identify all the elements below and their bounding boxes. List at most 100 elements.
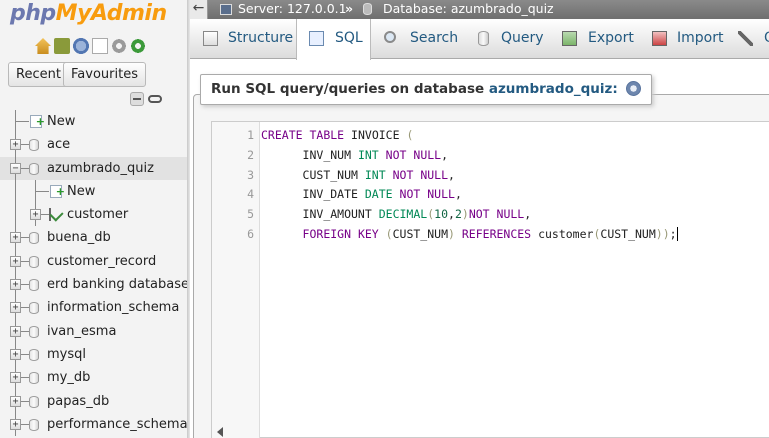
new-item-icon: [30, 110, 45, 133]
import-icon: [652, 31, 667, 46]
line-number: 5: [247, 207, 254, 222]
tree-item-label: performance_schema: [47, 416, 187, 432]
tree-item-label: ace: [47, 137, 71, 153]
collapse-icon[interactable]: −: [10, 162, 21, 174]
tree-item-database[interactable]: + ace: [0, 133, 187, 157]
tab-operations[interactable]: O: [731, 19, 769, 59]
tree-item-database[interactable]: + erd banking database: [0, 273, 187, 297]
tree-connector: [15, 121, 29, 122]
scroll-left-arrow-icon[interactable]: [217, 427, 223, 437]
code-line[interactable]: CUST_NUM INT NOT NULL,: [261, 168, 455, 182]
tree-item-database[interactable]: + buena_db: [0, 226, 187, 250]
search-icon: [384, 31, 396, 43]
tree-item-database[interactable]: + my_db: [0, 366, 187, 390]
tree-item-new[interactable]: New: [0, 110, 187, 134]
tree-item-label: customer: [67, 207, 129, 223]
tree-item-new[interactable]: New: [0, 179, 187, 204]
database-icon: [29, 395, 39, 408]
export-icon: [562, 31, 577, 46]
settings-icon[interactable]: [111, 38, 127, 54]
database-icon: [29, 302, 39, 315]
server-icon: [220, 4, 232, 15]
tree-item-database[interactable]: + ivan_esma: [0, 319, 187, 343]
line-number: 3: [247, 167, 254, 182]
tree-item-database[interactable]: + customer_record: [0, 249, 187, 274]
code-line[interactable]: CREATE TABLE INVOICE (: [261, 128, 413, 142]
line-number: 2: [247, 147, 254, 162]
code-line[interactable]: FOREIGN KEY (CUST_NUM) REFERENCES custom…: [261, 227, 678, 241]
tab-sql[interactable]: SQL: [296, 19, 371, 60]
expand-icon[interactable]: +: [10, 232, 21, 244]
tab-query[interactable]: Query: [464, 19, 547, 59]
code-line[interactable]: INV_NUM INT NOT NULL,: [261, 148, 448, 162]
home-icon[interactable]: [35, 38, 51, 54]
breadcrumb-separator: »: [345, 1, 354, 16]
reload-icon[interactable]: [130, 38, 146, 54]
tree-item-label: buena_db: [47, 230, 111, 246]
tree-item-label: my_db: [47, 370, 91, 386]
tree-item-database[interactable]: − azumbrado_quiz: [0, 156, 187, 180]
expand-icon[interactable]: +: [10, 325, 21, 337]
nav-icon-bar: [35, 38, 146, 54]
code-line[interactable]: INV_DATE DATE NOT NULL,: [261, 187, 462, 201]
breadcrumb-database[interactable]: Database: azumbrado_quiz: [383, 0, 554, 18]
line-number-gutter: 1 2 3 4 5 6: [212, 122, 260, 438]
tab-export[interactable]: Export: [551, 19, 638, 59]
tree-item-database[interactable]: + papas_db: [0, 389, 187, 413]
database-icon: [29, 232, 39, 245]
navigation-panel: phpMyAdmin Recent Favourites New + ace − azu…: [0, 0, 187, 438]
database-icon: [29, 279, 39, 292]
link-with-main-icon[interactable]: [148, 95, 162, 103]
expand-icon[interactable]: +: [10, 279, 21, 291]
expand-icon[interactable]: +: [10, 348, 21, 360]
help-icon[interactable]: [73, 38, 89, 54]
expand-icon[interactable]: +: [10, 372, 21, 384]
line-number: 1: [247, 128, 254, 142]
database-icon: [29, 162, 39, 175]
database-icon: [363, 3, 372, 15]
line-number: 6: [247, 227, 254, 241]
expand-icon[interactable]: +: [10, 139, 21, 151]
table-icon: [49, 208, 62, 222]
tab-structure[interactable]: Structure: [190, 19, 295, 59]
database-icon: [29, 255, 39, 268]
expand-icon[interactable]: +: [10, 395, 21, 407]
database-tree: New + ace − azumbrado_quiz New + customer + buena…: [0, 110, 187, 437]
expand-icon[interactable]: +: [30, 209, 41, 221]
database-icon: [29, 325, 39, 338]
tab-import[interactable]: Import: [642, 19, 727, 59]
help-icon[interactable]: [626, 81, 642, 96]
phpmyadmin-logo[interactable]: phpMyAdmin: [10, 1, 167, 26]
tree-item-label: papas_db: [47, 393, 110, 409]
expand-icon[interactable]: +: [10, 302, 21, 314]
tree-item-database[interactable]: + information_schema: [0, 296, 187, 320]
tree-item-label: erd banking database: [47, 277, 187, 293]
favourites-button[interactable]: Favourites: [63, 62, 146, 87]
recent-button[interactable]: Recent: [8, 62, 69, 87]
query-icon: [478, 31, 489, 46]
tree-item-label: ivan_esma: [47, 323, 117, 339]
structure-icon: [203, 31, 218, 46]
sql-icon: [309, 31, 324, 46]
tree-item-database[interactable]: + performance_schema: [0, 412, 187, 437]
tree-item-table[interactable]: + customer: [0, 203, 187, 227]
exit-icon[interactable]: [54, 38, 70, 54]
new-item-icon: [50, 180, 65, 203]
main-content: Run SQL query/queries on database azumbr…: [190, 60, 769, 438]
tab-search[interactable]: Search: [372, 19, 460, 59]
sql-panel-database: azumbrado_quiz:: [488, 81, 618, 97]
tree-item-label: azumbrado_quiz: [47, 160, 154, 176]
tree-item-label: information_schema: [47, 300, 180, 316]
database-icon: [29, 418, 39, 431]
breadcrumb-server[interactable]: Server: 127.0.0.1: [238, 0, 347, 18]
collapse-all-icon[interactable]: [130, 92, 144, 106]
code-line[interactable]: INV_AMOUNT DECIMAL(10,2)NOT NULL,: [261, 207, 532, 221]
docs-icon[interactable]: [92, 38, 108, 54]
back-arrow-icon[interactable]: ←: [190, 0, 208, 19]
expand-icon[interactable]: +: [10, 255, 21, 267]
tree-connector: [15, 203, 16, 227]
tree-item-database[interactable]: + mysql: [0, 342, 187, 367]
sql-editor[interactable]: 1 2 3 4 5 6 CREATE TABLE INVOICE ( INV_NUM IN…: [211, 121, 769, 438]
expand-icon[interactable]: +: [10, 418, 21, 430]
tree-connector: [15, 179, 16, 204]
